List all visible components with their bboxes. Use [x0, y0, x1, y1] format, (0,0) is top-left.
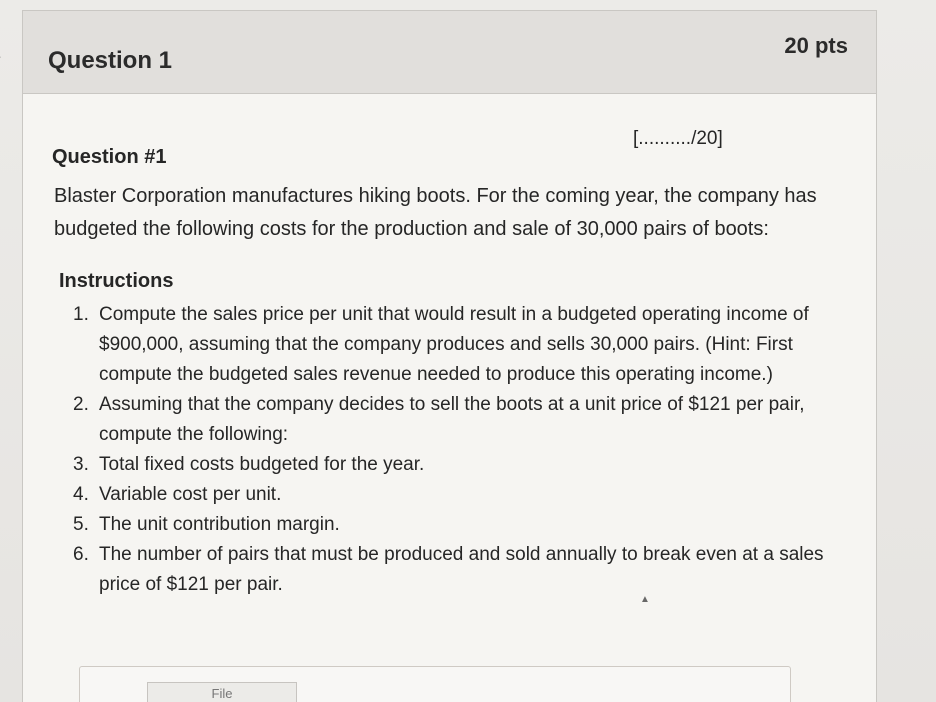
instruction-text: Assuming that the company decides to sel…: [99, 394, 805, 445]
instruction-item: 6. The number of pairs that must be prod…: [73, 540, 843, 600]
instruction-item: 1. Compute the sales price per unit that…: [73, 300, 843, 390]
instruction-number: 4.: [73, 484, 89, 505]
instruction-text: The number of pairs that must be produce…: [99, 544, 824, 595]
score-blank: [........../20]: [633, 128, 723, 149]
page: › Question 1 20 pts [........../20] Ques…: [0, 0, 936, 702]
question-card: Question 1 20 pts [........../20] Questi…: [22, 10, 877, 702]
instruction-item: 5. The unit contribution margin.: [73, 510, 843, 540]
question-number-label: Question #1: [52, 146, 167, 168]
instruction-number: 6.: [73, 544, 89, 565]
instruction-item: 2. Assuming that the company decides to …: [73, 390, 843, 450]
points-value: 20 pts: [784, 33, 848, 58]
question-body: [........../20] Question #1 Blaster Corp…: [23, 94, 878, 702]
instruction-number: 1.: [73, 304, 89, 325]
question-header: Question 1 20 pts: [23, 11, 876, 94]
instruction-item: 4. Variable cost per unit.: [73, 480, 843, 510]
instruction-text: Total fixed costs budgeted for the year.: [99, 454, 425, 475]
file-upload-label: File: [211, 686, 233, 701]
instruction-number: 5.: [73, 514, 89, 535]
instructions-heading: Instructions: [59, 270, 174, 292]
instruction-number: 3.: [73, 454, 89, 475]
question-description: Blaster Corporation manufactures hiking …: [54, 185, 817, 240]
instruction-text: The unit contribution margin.: [99, 514, 340, 535]
instruction-text: Variable cost per unit.: [99, 484, 282, 505]
instructions-list: 1. Compute the sales price per unit that…: [73, 300, 843, 600]
instruction-text: Compute the sales price per unit that wo…: [99, 304, 809, 385]
instruction-number: 2.: [73, 394, 89, 415]
file-upload-button[interactable]: File: [147, 682, 297, 702]
cursor-icon: ▲: [640, 594, 650, 605]
question-title: Question 1: [48, 47, 173, 74]
instruction-item: 3. Total fixed costs budgeted for the ye…: [73, 450, 843, 480]
chevron-right-icon[interactable]: ›: [0, 44, 14, 68]
